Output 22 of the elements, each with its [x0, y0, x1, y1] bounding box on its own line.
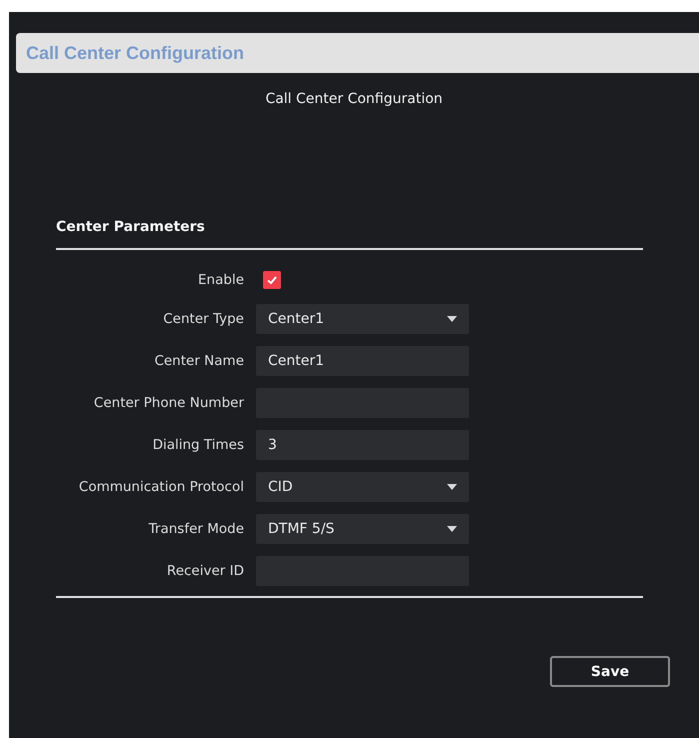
dropdown[interactable]: CID [256, 472, 469, 502]
dropdown[interactable]: DTMF 5/S [256, 514, 469, 544]
page-title: Call Center Configuration [26, 42, 244, 64]
input-field[interactable]: Center1 [256, 346, 469, 376]
field-label: Enable [197, 272, 245, 288]
caret-icon [447, 484, 457, 490]
caret-icon [447, 526, 457, 532]
field-label: Center Type [162, 311, 245, 327]
caret-icon [447, 316, 457, 322]
subtitle: Call Center Configuration [264, 91, 444, 107]
checkmark-icon [266, 274, 278, 286]
input-field[interactable]: 3 [256, 430, 469, 460]
field-label: Center Name [153, 353, 245, 369]
enable-checkbox[interactable] [263, 271, 281, 289]
field-label: Center Phone Number [92, 395, 245, 411]
field-label: Dialing Times [152, 437, 245, 453]
section-title: Center Parameters [56, 219, 206, 235]
save-button[interactable]: Save [550, 656, 670, 687]
dropdown[interactable]: Center1 [256, 304, 469, 334]
field-label: Communication Protocol [78, 479, 245, 495]
field-label: Transfer Mode [148, 521, 245, 537]
field-label: Receiver ID [166, 563, 245, 579]
